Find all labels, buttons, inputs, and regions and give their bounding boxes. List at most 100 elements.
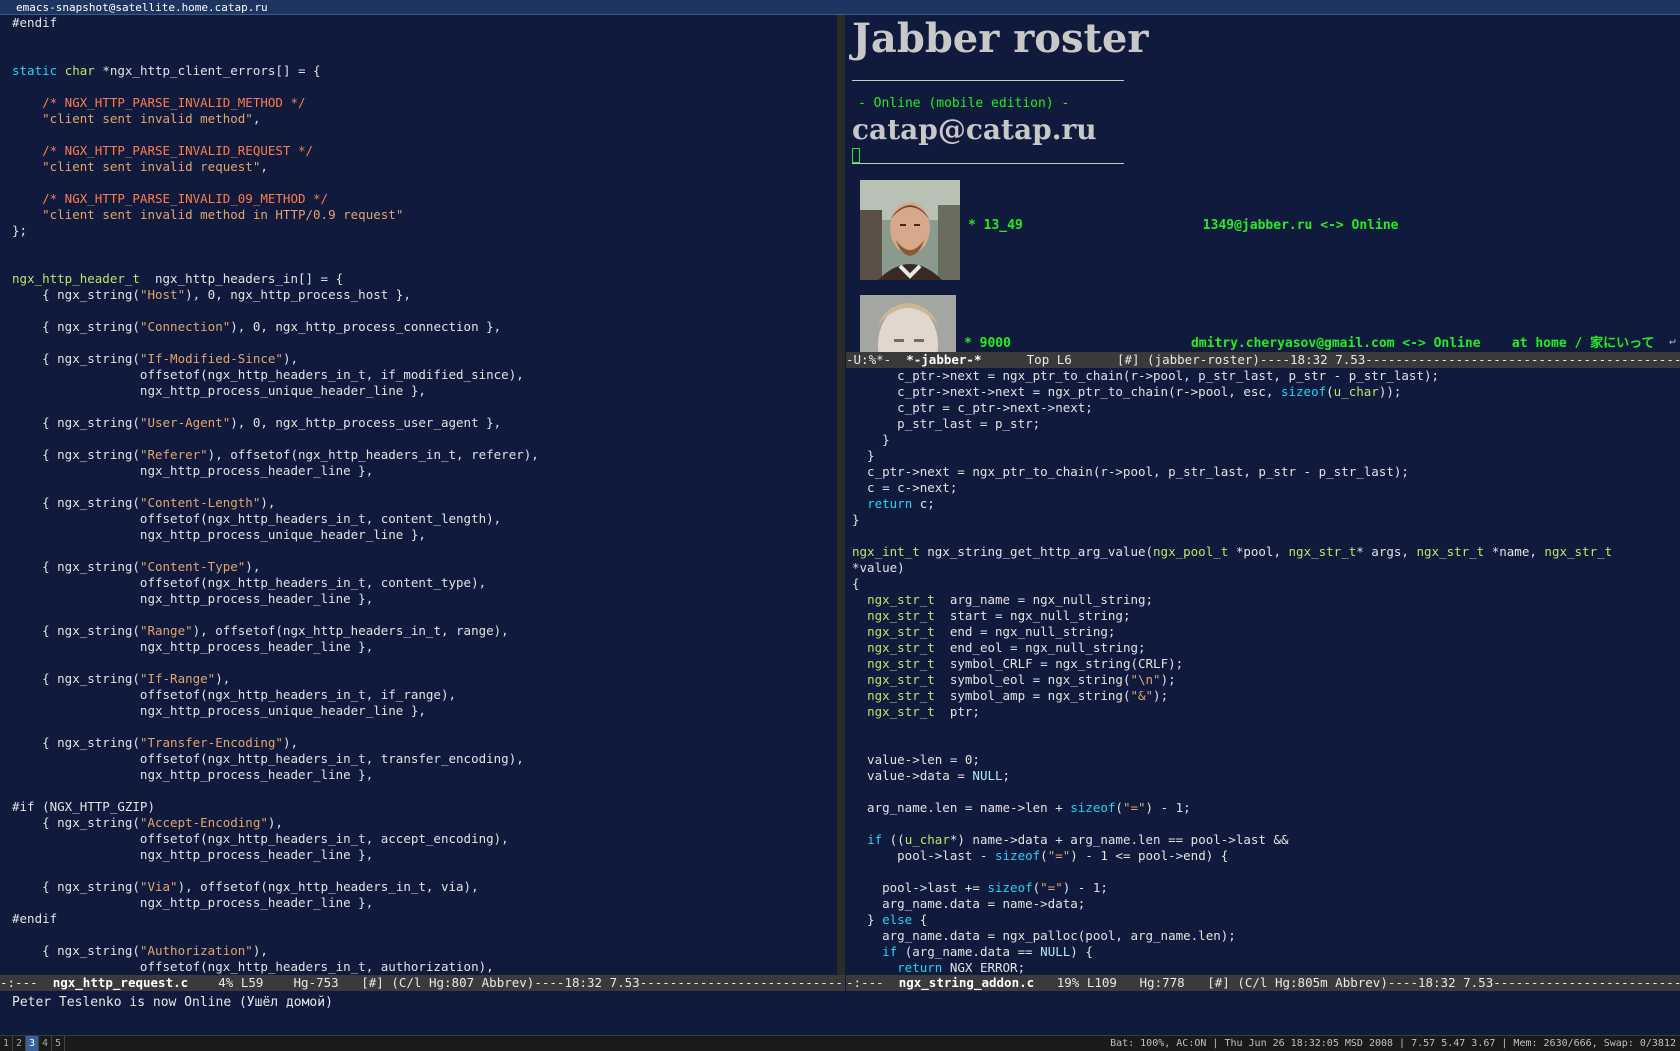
left-code-line[interactable]: { ngx_string("Accept-Encoding"), bbox=[12, 815, 834, 831]
left-modeline[interactable]: -:--- ngx_http_request.c 4% L59 Hg-753 [… bbox=[0, 975, 845, 991]
left-code-line[interactable]: { ngx_string("Host"), 0, ngx_http_proces… bbox=[12, 287, 834, 303]
left-code-line[interactable] bbox=[12, 543, 834, 559]
jabber-modeline[interactable]: -U:%*- *-jabber-* Top L6 [#] (jabber-ros… bbox=[846, 352, 1680, 368]
left-code-line[interactable]: offsetof(ngx_http_headers_in_t, content_… bbox=[12, 575, 834, 591]
left-code-line[interactable]: /* NGX_HTTP_PARSE_INVALID_09_METHOD */ bbox=[12, 191, 834, 207]
right-code-line[interactable]: pool->last += sizeof("=") - 1; bbox=[852, 880, 1676, 896]
left-code-line[interactable] bbox=[12, 927, 834, 943]
right-code-line[interactable]: } bbox=[852, 512, 1676, 528]
right-code-line[interactable]: c_ptr->next = ngx_ptr_to_chain(r->pool, … bbox=[852, 368, 1676, 384]
workspace-2[interactable]: 2 bbox=[13, 1036, 26, 1051]
left-code-line[interactable]: "client sent invalid method in HTTP/0.9 … bbox=[12, 207, 834, 223]
right-code-line[interactable]: ngx_str_t symbol_eol = ngx_string("\n"); bbox=[852, 672, 1676, 688]
right-code-line[interactable]: } else { bbox=[852, 912, 1676, 928]
presence-status[interactable]: - Online (mobile edition) - bbox=[858, 96, 1069, 111]
left-code-line[interactable]: ngx_http_header_t ngx_http_headers_in[] … bbox=[12, 271, 834, 287]
right-code-line[interactable]: ngx_str_t start = ngx_null_string; bbox=[852, 608, 1676, 624]
workspace-1[interactable]: 1 bbox=[0, 1036, 13, 1051]
left-code-line[interactable] bbox=[12, 31, 834, 47]
right-code-line[interactable]: if ((u_char*) name->data + arg_name.len … bbox=[852, 832, 1676, 848]
left-code-line[interactable]: #endif bbox=[12, 911, 834, 927]
left-code-line[interactable]: /* NGX_HTTP_PARSE_INVALID_REQUEST */ bbox=[12, 143, 834, 159]
right-code-line[interactable]: c_ptr = c_ptr->next->next; bbox=[852, 400, 1676, 416]
left-code-line[interactable] bbox=[12, 127, 834, 143]
left-code-line[interactable] bbox=[12, 431, 834, 447]
left-code-line[interactable]: ngx_http_process_header_line }, bbox=[12, 591, 834, 607]
left-code-line[interactable]: ngx_http_process_header_line }, bbox=[12, 463, 834, 479]
right-code-line[interactable]: ngx_int_t ngx_string_get_http_arg_value(… bbox=[852, 544, 1676, 560]
left-code-line[interactable]: { ngx_string("Range"), offsetof(ngx_http… bbox=[12, 623, 834, 639]
left-code-line[interactable] bbox=[12, 255, 834, 271]
right-code-line[interactable]: arg_name.data = name->data; bbox=[852, 896, 1676, 912]
left-code-line[interactable]: "client sent invalid method", bbox=[12, 111, 834, 127]
left-code-line[interactable]: offsetof(ngx_http_headers_in_t, if_range… bbox=[12, 687, 834, 703]
left-code-line[interactable] bbox=[12, 863, 834, 879]
left-code-line[interactable]: #endif bbox=[12, 15, 834, 31]
left-code-window[interactable]: #endif static char *ngx_http_client_erro… bbox=[12, 15, 834, 975]
left-code-line[interactable]: ngx_http_process_unique_header_line }, bbox=[12, 527, 834, 543]
contact-row[interactable]: * 13_49 1349@jabber.ru <-> Online bbox=[968, 218, 1398, 233]
left-code-line[interactable] bbox=[12, 607, 834, 623]
right-code-line[interactable]: ngx_str_t end_eol = ngx_null_string; bbox=[852, 640, 1676, 656]
left-code-line[interactable]: offsetof(ngx_http_headers_in_t, accept_e… bbox=[12, 831, 834, 847]
right-code-line[interactable]: ngx_str_t arg_name = ngx_null_string; bbox=[852, 592, 1676, 608]
left-code-line[interactable] bbox=[12, 303, 834, 319]
left-code-line[interactable]: ngx_http_process_header_line }, bbox=[12, 895, 834, 911]
right-code-line[interactable]: } bbox=[852, 432, 1676, 448]
right-code-line[interactable] bbox=[852, 784, 1676, 800]
left-code-line[interactable]: { ngx_string("Connection"), 0, ngx_http_… bbox=[12, 319, 834, 335]
right-code-line[interactable]: value->len = 0; bbox=[852, 752, 1676, 768]
left-code-line[interactable]: #if (NGX_HTTP_GZIP) bbox=[12, 799, 834, 815]
left-code-line[interactable] bbox=[12, 175, 834, 191]
workspace-3[interactable]: 3 bbox=[26, 1036, 39, 1051]
right-code-line[interactable]: p_str_last = p_str; bbox=[852, 416, 1676, 432]
left-code-line[interactable]: offsetof(ngx_http_headers_in_t, if_modif… bbox=[12, 367, 834, 383]
left-code-line[interactable]: { ngx_string("Content-Length"), bbox=[12, 495, 834, 511]
left-code-line[interactable] bbox=[12, 239, 834, 255]
left-code-line[interactable]: { ngx_string("Via"), offsetof(ngx_http_h… bbox=[12, 879, 834, 895]
right-code-window[interactable]: c_ptr->next = ngx_ptr_to_chain(r->pool, … bbox=[852, 368, 1676, 974]
buffer-name[interactable]: *-jabber-* bbox=[906, 352, 981, 367]
right-code-line[interactable]: c_ptr->next->next = ngx_ptr_to_chain(r->… bbox=[852, 384, 1676, 400]
workspace-5[interactable]: 5 bbox=[52, 1036, 65, 1051]
left-code-line[interactable] bbox=[12, 399, 834, 415]
right-code-line[interactable]: ngx_str_t symbol_CRLF = ngx_string(CRLF)… bbox=[852, 656, 1676, 672]
left-code-line[interactable]: { ngx_string("Authorization"), bbox=[12, 943, 834, 959]
jabber-roster-window[interactable]: Jabber roster - Online (mobile edition) … bbox=[846, 15, 1680, 353]
left-code-line[interactable]: ngx_http_process_header_line }, bbox=[12, 847, 834, 863]
echo-area[interactable]: Peter Teslenko is now Online (Ушёл домой… bbox=[0, 991, 1680, 1023]
right-code-line[interactable]: ngx_str_t ptr; bbox=[852, 704, 1676, 720]
right-code-line[interactable] bbox=[852, 864, 1676, 880]
left-code-line[interactable]: }; bbox=[12, 223, 834, 239]
right-code-line[interactable]: return NGX_ERROR; bbox=[852, 960, 1676, 974]
left-code-line[interactable]: { ngx_string("Referer"), offsetof(ngx_ht… bbox=[12, 447, 834, 463]
left-code-line[interactable]: ngx_http_process_header_line }, bbox=[12, 639, 834, 655]
left-code-line[interactable]: /* NGX_HTTP_PARSE_INVALID_METHOD */ bbox=[12, 95, 834, 111]
left-code-line[interactable] bbox=[12, 79, 834, 95]
left-code-line[interactable] bbox=[12, 479, 834, 495]
account-name[interactable]: catap@catap.ru bbox=[852, 113, 1097, 146]
left-code-line[interactable] bbox=[12, 47, 834, 63]
buffer-name[interactable]: ngx_string_addon.c bbox=[899, 975, 1034, 990]
left-code-line[interactable]: offsetof(ngx_http_headers_in_t, transfer… bbox=[12, 751, 834, 767]
workspace-switcher[interactable]: 12345 bbox=[0, 1036, 65, 1051]
left-code-line[interactable]: { ngx_string("Content-Type"), bbox=[12, 559, 834, 575]
right-code-line[interactable]: c = c->next; bbox=[852, 480, 1676, 496]
right-code-line[interactable]: ngx_str_t symbol_amp = ngx_string("&"); bbox=[852, 688, 1676, 704]
left-code-line[interactable]: ngx_http_process_unique_header_line }, bbox=[12, 703, 834, 719]
left-code-line[interactable]: ngx_http_process_unique_header_line }, bbox=[12, 383, 834, 399]
left-code-line[interactable]: { ngx_string("User-Agent"), 0, ngx_http_… bbox=[12, 415, 834, 431]
buffer-name[interactable]: ngx_http_request.c bbox=[53, 975, 188, 990]
contact-row[interactable]: * 9000 dmitry.cheryasov@gmail.com <-> On… bbox=[964, 332, 1654, 351]
right-code-line[interactable]: value->data = NULL; bbox=[852, 768, 1676, 784]
left-code-line[interactable]: { ngx_string("If-Range"), bbox=[12, 671, 834, 687]
left-code-line[interactable] bbox=[12, 655, 834, 671]
right-code-line[interactable]: pool->last - sizeof("=") - 1 <= pool->en… bbox=[852, 848, 1676, 864]
right-code-line[interactable]: ngx_str_t end = ngx_null_string; bbox=[852, 624, 1676, 640]
left-code-line[interactable]: { ngx_string("Transfer-Encoding"), bbox=[12, 735, 834, 751]
left-code-line[interactable] bbox=[12, 783, 834, 799]
left-code-line[interactable]: offsetof(ngx_http_headers_in_t, content_… bbox=[12, 511, 834, 527]
left-code-line[interactable]: static char *ngx_http_client_errors[] = … bbox=[12, 63, 834, 79]
window-divider[interactable] bbox=[837, 15, 845, 990]
workspace-4[interactable]: 4 bbox=[39, 1036, 52, 1051]
